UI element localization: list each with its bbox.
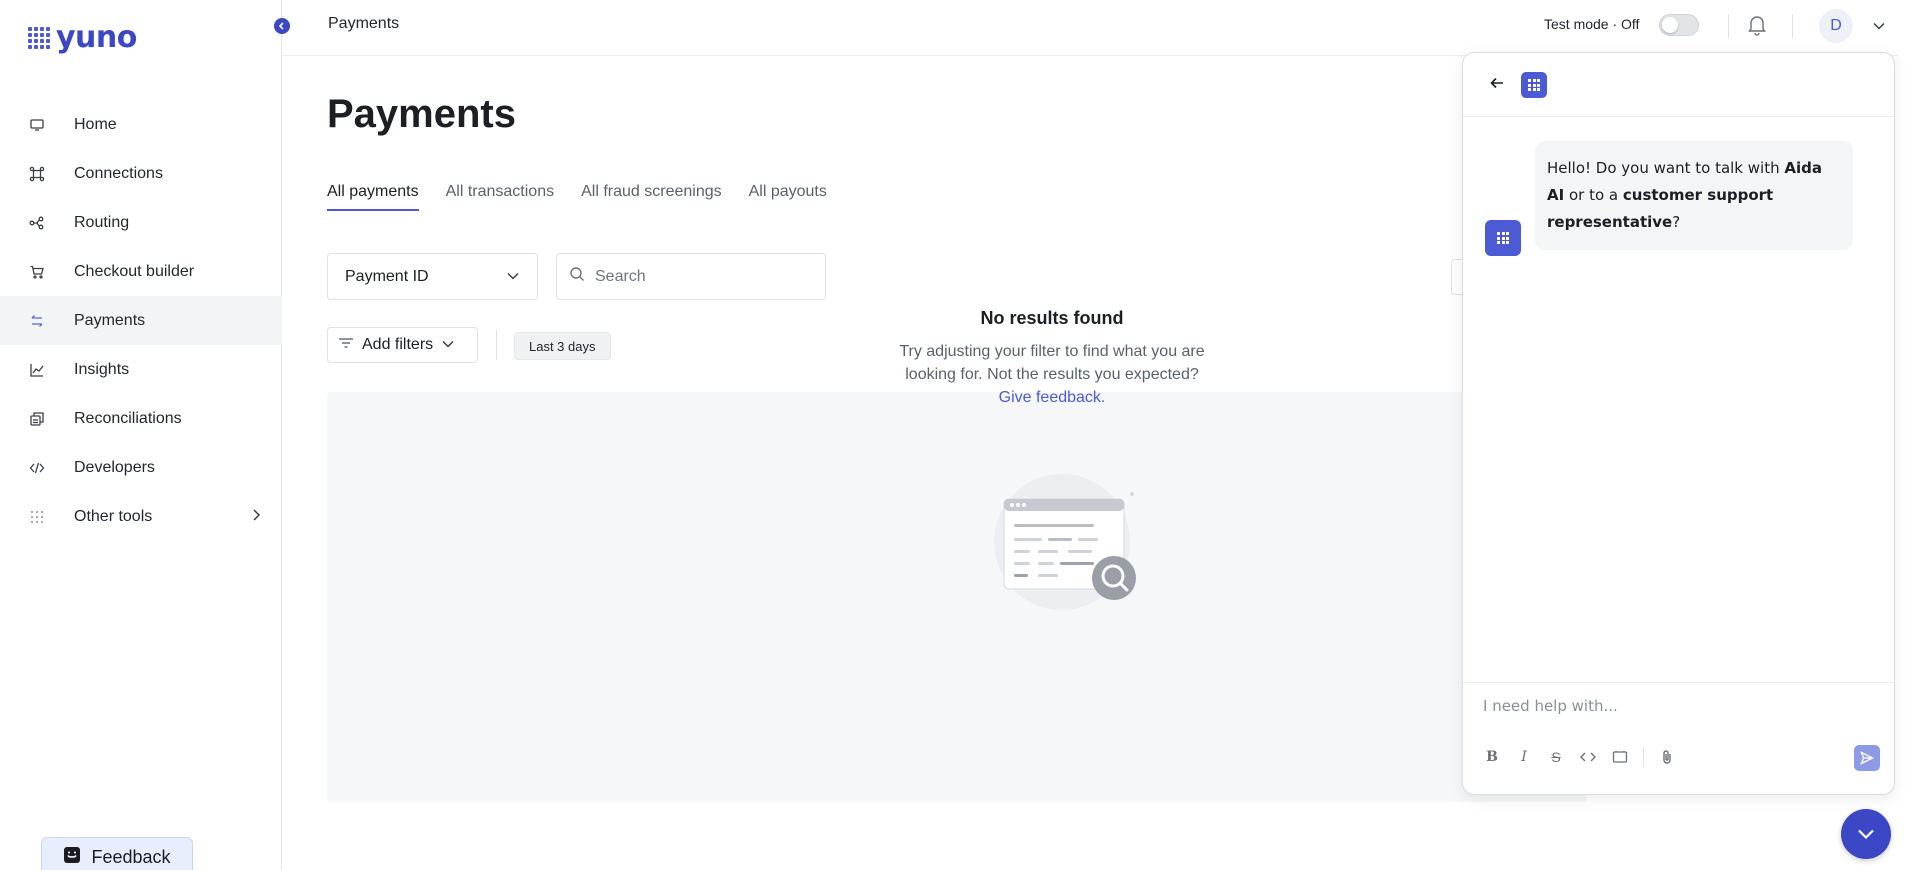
bot-logo-icon: [1521, 72, 1547, 98]
code-block-icon[interactable]: [1611, 748, 1629, 766]
italic-icon[interactable]: I: [1515, 748, 1533, 766]
search-box: [556, 253, 826, 300]
avatar[interactable]: D: [1819, 9, 1853, 43]
strikethrough-icon[interactable]: S: [1547, 748, 1565, 766]
sidebar-item-label: Routing: [74, 213, 130, 231]
sidebar-item-label: Payments: [74, 311, 146, 329]
sidebar-item-other-tools[interactable]: Other tools: [0, 492, 282, 541]
empty-state-panel: [327, 392, 1587, 802]
sidebar-item-label: Other tools: [74, 507, 153, 525]
bell-icon[interactable]: [1747, 14, 1767, 41]
grid-dots-icon: [28, 508, 46, 526]
sidebar: yuno Home Connections Routing Checkout b…: [0, 0, 282, 870]
code-icon: [28, 459, 46, 477]
send-icon[interactable]: [1854, 745, 1880, 771]
logo-text: yuno: [56, 20, 137, 55]
formatting-toolbar: B I S: [1483, 747, 1676, 767]
topbar: Payments Test mode · Off D: [282, 0, 1912, 56]
sidebar-item-label: Reconciliations: [74, 409, 182, 427]
tab-all-fraud-screenings[interactable]: All fraud screenings: [581, 183, 722, 211]
tab-all-transactions[interactable]: All transactions: [446, 183, 555, 211]
chevron-down-icon: [1858, 829, 1874, 840]
greeting-text: or to a: [1564, 186, 1623, 204]
feedback-button[interactable]: Feedback: [41, 837, 193, 870]
code-icon[interactable]: [1579, 748, 1597, 766]
sidebar-item-connections[interactable]: Connections: [0, 149, 282, 198]
feedback-label: Feedback: [91, 846, 171, 867]
arrow-left-icon: [278, 22, 284, 30]
logo-mark-icon: [28, 26, 50, 49]
greeting-text: ?: [1672, 213, 1681, 231]
test-mode-label: Test mode · Off: [1544, 16, 1640, 32]
search-icon: [569, 266, 585, 287]
bold-icon[interactable]: B: [1483, 748, 1501, 766]
close-chat-button[interactable]: [1841, 809, 1891, 859]
chevron-down-icon[interactable]: [1872, 18, 1886, 36]
empty-results-illustration-icon: [982, 472, 1152, 627]
sidebar-item-label: Developers: [74, 458, 155, 476]
chevron-down-icon: [506, 268, 520, 286]
id-type-select[interactable]: Payment ID: [327, 253, 538, 300]
feedback-icon: [63, 846, 81, 869]
collapse-sidebar-button[interactable]: [274, 18, 290, 34]
sidebar-item-routing[interactable]: Routing: [0, 198, 282, 247]
tab-all-payments[interactable]: All payments: [327, 183, 419, 211]
chat-composer: B I S: [1463, 682, 1894, 794]
support-chat-panel: Hello! Do you want to talk with Aida AI …: [1462, 52, 1895, 795]
divider: [1643, 747, 1644, 767]
sidebar-item-home[interactable]: Home: [0, 100, 282, 149]
monitor-icon: [28, 116, 46, 134]
tabs: All payments All transactions All fraud …: [327, 183, 827, 211]
bot-avatar-icon: [1485, 220, 1521, 256]
tab-all-payouts[interactable]: All payouts: [749, 183, 827, 211]
arrows-swap-icon: [28, 312, 46, 330]
sidebar-item-payments[interactable]: Payments: [0, 296, 282, 345]
back-arrow-icon[interactable]: [1489, 75, 1505, 96]
connections-icon: [28, 165, 46, 183]
divider: [1728, 14, 1729, 38]
sidebar-item-label: Connections: [74, 164, 163, 182]
id-type-value: Payment ID: [345, 267, 429, 285]
attach-icon[interactable]: [1658, 748, 1676, 766]
chat-message-input[interactable]: [1483, 697, 1863, 715]
chat-header: [1463, 53, 1894, 117]
sidebar-item-developers[interactable]: Developers: [0, 443, 282, 492]
chart-line-icon: [28, 361, 46, 379]
sidebar-item-label: Checkout builder: [74, 262, 195, 280]
sidebar-item-insights[interactable]: Insights: [0, 345, 282, 394]
test-mode-toggle[interactable]: [1659, 14, 1699, 36]
routing-icon: [28, 214, 46, 232]
yuno-logo[interactable]: yuno: [28, 20, 137, 55]
sidebar-nav: Home Connections Routing Checkout builde…: [0, 100, 282, 541]
page-title: Payments: [327, 92, 516, 136]
scrollbar-track[interactable]: [1898, 0, 1912, 870]
sidebar-item-reconciliations[interactable]: Reconciliations: [0, 394, 282, 443]
chevron-right-icon: [250, 508, 262, 527]
cart-icon: [28, 263, 46, 281]
sidebar-item-checkout-builder[interactable]: Checkout builder: [0, 247, 282, 296]
reconcile-icon: [28, 410, 46, 428]
search-input[interactable]: [595, 267, 795, 286]
sidebar-item-label: Home: [74, 115, 117, 133]
chat-bubble: Hello! Do you want to talk with Aida AI …: [1535, 141, 1853, 250]
divider: [1792, 14, 1793, 38]
sidebar-item-label: Insights: [74, 360, 130, 378]
breadcrumb: Payments: [328, 15, 400, 32]
greeting-text: Hello! Do you want to talk with: [1547, 159, 1785, 177]
